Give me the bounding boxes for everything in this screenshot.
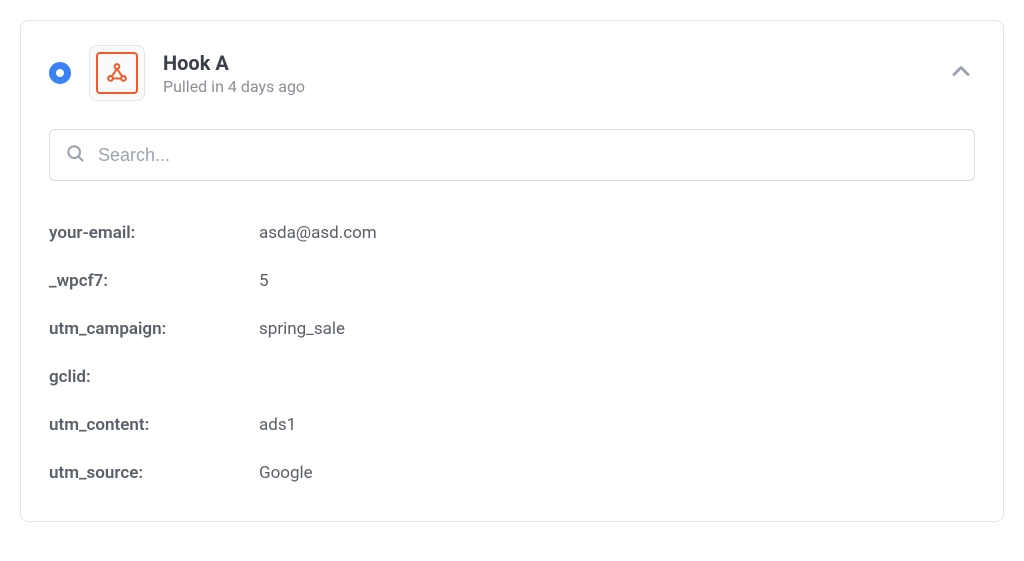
field-row[interactable]: utm_campaign: spring_sale [49,305,975,353]
field-key: utm_campaign: [49,319,259,339]
field-value: 5 [259,271,269,291]
search-container [49,129,975,181]
field-key: your-email: [49,223,259,243]
field-key: gclid: [49,367,259,387]
hook-subtitle: Pulled in 4 days ago [163,77,929,96]
fields-list: your-email: asda@asd.com _wpcf7: 5 utm_c… [49,209,975,497]
hook-title: Hook A [163,51,929,75]
field-row[interactable]: _wpcf7: 5 [49,257,975,305]
select-radio[interactable] [49,62,71,84]
field-row[interactable]: utm_content: ads1 [49,401,975,449]
search-input[interactable] [49,129,975,181]
field-value: Google [259,463,313,483]
card-header: Hook A Pulled in 4 days ago [49,45,975,101]
search-icon [65,143,85,167]
hook-icon-box [89,45,145,101]
field-value: asda@asd.com [259,223,377,243]
webhook-icon [96,52,138,94]
hook-card: Hook A Pulled in 4 days ago your-email: … [20,20,1004,522]
field-key: utm_source: [49,463,259,483]
field-key: _wpcf7: [49,271,259,291]
collapse-toggle[interactable] [947,57,975,89]
chevron-up-icon [947,57,975,85]
title-block: Hook A Pulled in 4 days ago [163,51,929,96]
field-row[interactable]: utm_source: Google [49,449,975,497]
field-key: utm_content: [49,415,259,435]
field-value: ads1 [259,415,296,435]
field-row[interactable]: gclid: [49,353,975,401]
field-value: spring_sale [259,319,345,339]
field-row[interactable]: your-email: asda@asd.com [49,209,975,257]
